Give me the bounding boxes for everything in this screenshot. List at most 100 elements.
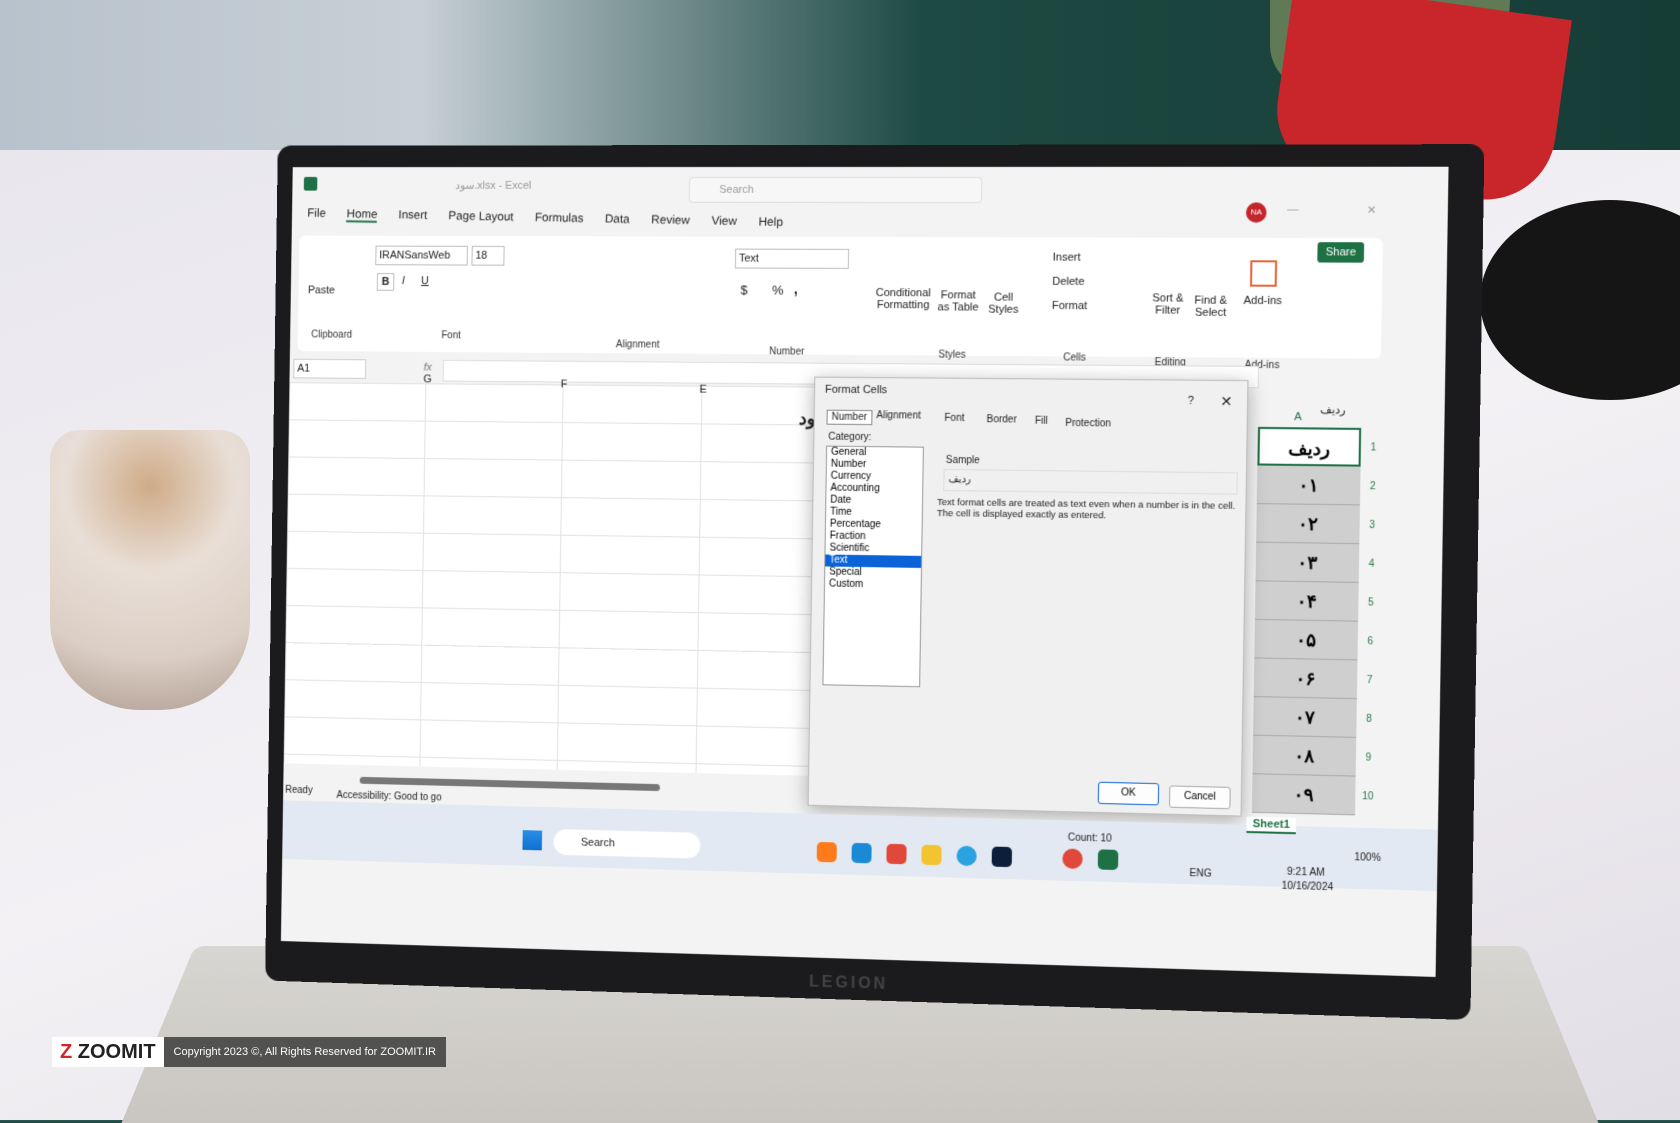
clock-time[interactable]: 9:21 AM xyxy=(1287,867,1325,879)
tab-alignment[interactable]: Alignment xyxy=(876,410,921,421)
edge-icon[interactable] xyxy=(851,842,872,864)
search-box[interactable]: Search xyxy=(688,176,983,204)
chrome-icon[interactable] xyxy=(886,843,907,865)
format-cells-button[interactable]: Format xyxy=(1052,300,1087,312)
bold-button[interactable]: B xyxy=(376,273,395,291)
font-size-select[interactable]: 18 xyxy=(471,245,505,266)
language-indicator[interactable]: ENG xyxy=(1189,868,1211,880)
underline-button[interactable]: U xyxy=(421,275,429,287)
cell[interactable]: ۰۳ xyxy=(1255,542,1360,583)
tab-insert[interactable]: Insert xyxy=(398,208,427,222)
row-header[interactable]: 5 xyxy=(1360,597,1381,609)
row-header[interactable]: 4 xyxy=(1361,558,1382,570)
cell[interactable]: ۰۹ xyxy=(1251,774,1356,816)
cell[interactable]: ۰۱ xyxy=(1256,465,1361,506)
sort-filter-button[interactable]: Sort & Filter xyxy=(1147,292,1188,317)
paste-button[interactable]: Paste xyxy=(308,285,335,297)
minimize-button[interactable]: — xyxy=(1287,203,1299,215)
dialog-title: Format Cells xyxy=(824,383,888,397)
tab-page-layout[interactable]: Page Layout xyxy=(448,209,514,224)
laptop-brand: LEGION xyxy=(809,973,889,993)
share-button[interactable]: Share xyxy=(1317,242,1365,263)
dialog-close-button[interactable]: ✕ xyxy=(1220,393,1232,410)
italic-button[interactable]: I xyxy=(402,275,405,287)
watermark: Z ZOOMIT Copyright 2023 ©, All Rights Re… xyxy=(52,1037,446,1067)
category-item[interactable]: General xyxy=(827,447,923,460)
row-header[interactable]: 8 xyxy=(1359,713,1380,725)
file-explorer-icon[interactable] xyxy=(921,844,942,866)
count-status: Count: 10 xyxy=(1067,832,1112,845)
group-alignment: Alignment xyxy=(615,339,660,351)
tab-file[interactable]: File xyxy=(307,206,326,220)
comma-button[interactable]: , xyxy=(794,281,798,297)
name-box[interactable]: A1 xyxy=(293,358,367,379)
row-header[interactable]: 3 xyxy=(1362,520,1383,532)
column-header-g[interactable]: G xyxy=(423,373,431,385)
row-header[interactable]: 7 xyxy=(1359,675,1380,687)
excel-taskbar-icon[interactable] xyxy=(1097,849,1119,871)
clock-date[interactable]: 10/16/2024 xyxy=(1281,881,1333,894)
tab-formulas[interactable]: Formulas xyxy=(535,210,584,225)
tab-help[interactable]: Help xyxy=(758,214,783,228)
tab-border[interactable]: Border xyxy=(986,414,1016,425)
taskbar-search[interactable]: Search xyxy=(553,828,701,859)
worksheet-grid[interactable] xyxy=(283,382,835,777)
column-header-f[interactable]: F xyxy=(561,379,568,391)
row-header[interactable]: 10 xyxy=(1357,791,1378,803)
row-header[interactable]: 2 xyxy=(1362,481,1383,492)
sample-value: ردیف xyxy=(943,468,1238,495)
cell[interactable]: ۰۴ xyxy=(1254,581,1359,622)
currency-button[interactable]: $ xyxy=(740,282,747,297)
cell[interactable]: ۰۶ xyxy=(1253,658,1358,700)
group-font: Font xyxy=(441,330,461,342)
zoomit-logo: Z ZOOMIT xyxy=(52,1037,164,1067)
tab-home[interactable]: Home xyxy=(346,206,378,223)
photoshop-icon[interactable] xyxy=(991,846,1013,868)
cell-a1[interactable]: ردیف xyxy=(1257,426,1362,467)
category-item[interactable]: Custom xyxy=(825,578,921,592)
row-header[interactable]: 1 xyxy=(1363,442,1384,453)
number-format-select[interactable]: Text xyxy=(734,248,850,269)
column-header-e[interactable]: E xyxy=(699,384,706,396)
row-header[interactable]: 6 xyxy=(1360,636,1381,648)
fx-icon: fx xyxy=(423,361,432,374)
cancel-button[interactable]: Cancel xyxy=(1168,785,1231,810)
cell[interactable]: ۰۵ xyxy=(1254,619,1359,661)
add-ins-button[interactable]: Add-ins xyxy=(1243,295,1282,307)
ok-button[interactable]: OK xyxy=(1097,781,1160,806)
close-button[interactable]: ✕ xyxy=(1367,203,1377,217)
cell[interactable]: ۰۲ xyxy=(1256,504,1360,545)
group-number: Number xyxy=(769,346,805,358)
windows-start-icon[interactable] xyxy=(522,830,543,851)
find-select-button[interactable]: Find & Select xyxy=(1190,295,1231,320)
tab-protection[interactable]: Protection xyxy=(1065,418,1111,430)
cell[interactable]: ۰۷ xyxy=(1253,697,1357,738)
font-name-select[interactable]: IRANSansWeb xyxy=(375,245,468,266)
tab-font[interactable]: Font xyxy=(944,413,964,424)
excel-logo-icon xyxy=(303,176,318,191)
tab-number[interactable]: Number xyxy=(826,409,873,426)
tab-review[interactable]: Review xyxy=(651,212,690,227)
tab-fill[interactable]: Fill xyxy=(1035,416,1048,427)
tab-view[interactable]: View xyxy=(711,214,737,228)
right-name-box[interactable]: ردیف xyxy=(1320,403,1346,416)
column-header-a[interactable]: A xyxy=(1294,411,1302,423)
cell[interactable]: ۰۸ xyxy=(1252,735,1357,777)
delete-cells-button[interactable]: Delete xyxy=(1052,276,1084,288)
tab-data[interactable]: Data xyxy=(605,212,630,226)
avatar[interactable]: NA xyxy=(1245,202,1267,223)
row-header[interactable]: 9 xyxy=(1358,752,1379,764)
sheet-tab[interactable]: Sheet1 xyxy=(1246,816,1297,835)
format-as-table-button[interactable]: Format as Table xyxy=(935,289,982,313)
conditional-formatting-button[interactable]: Conditional Formatting xyxy=(873,287,933,311)
cell-styles-button[interactable]: Cell Styles xyxy=(985,292,1022,316)
category-item[interactable]: Number xyxy=(827,459,923,472)
percent-button[interactable]: % xyxy=(772,283,784,298)
group-cells: Cells xyxy=(1063,352,1086,364)
category-list[interactable]: General Number Currency Accounting Date … xyxy=(822,445,924,688)
help-button[interactable]: ? xyxy=(1188,395,1194,407)
horizontal-scrollbar[interactable] xyxy=(359,776,660,792)
firefox-icon[interactable] xyxy=(816,841,837,863)
format-cells-dialog: Format Cells ? ✕ Number Alignment Font B… xyxy=(807,376,1249,817)
insert-cells-button[interactable]: Insert xyxy=(1053,252,1081,264)
